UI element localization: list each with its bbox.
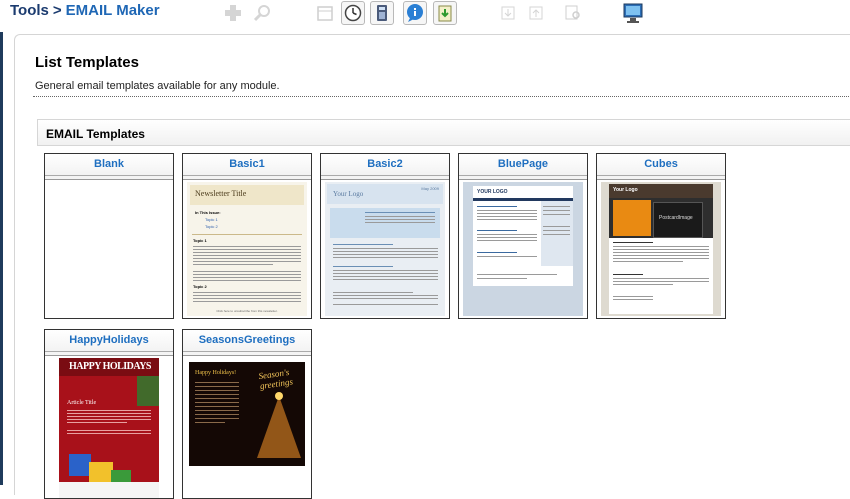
christmas-tree-icon bbox=[257, 396, 301, 458]
thumb-greeting: Happy Holidays! bbox=[195, 370, 237, 376]
section-header: EMAIL Templates bbox=[37, 119, 850, 146]
thumb-logo: Your Logo bbox=[333, 190, 364, 198]
template-thumbnail: Newsletter Title In This Issue: Topic 1 … bbox=[187, 182, 307, 316]
thumb-link-1: Topic 1 bbox=[205, 217, 218, 222]
thumb-topic-1: Topic 1 bbox=[193, 238, 207, 243]
template-name[interactable]: HappyHolidays bbox=[45, 330, 173, 352]
template-card-blank[interactable]: Blank bbox=[44, 153, 174, 319]
section-title: EMAIL Templates bbox=[46, 127, 145, 141]
thumb-date: May 2009 bbox=[421, 186, 439, 191]
template-thumbnail: Your Logo May 2009 bbox=[325, 182, 445, 316]
template-name[interactable]: Basic1 bbox=[183, 154, 311, 176]
thumb-logo: Your Logo bbox=[613, 187, 638, 193]
template-card-basic2[interactable]: Basic2 Your Logo May 2009 bbox=[320, 153, 450, 319]
breadcrumb-current[interactable]: EMAIL Maker bbox=[66, 2, 160, 19]
template-name[interactable]: SeasonsGreetings bbox=[183, 330, 311, 352]
clock-icon bbox=[344, 4, 362, 22]
page-title: List Templates bbox=[35, 54, 139, 71]
template-card-cubes[interactable]: Cubes Your Logo PostcardImage bbox=[596, 153, 726, 319]
calendar-icon bbox=[317, 6, 333, 21]
calendar-button[interactable] bbox=[313, 1, 337, 25]
template-thumbnail: Happy Holidays! Season's greetings bbox=[189, 362, 305, 466]
thumb-subtitle: In This Issue: bbox=[195, 210, 221, 215]
search-icon bbox=[253, 5, 270, 22]
thumb-logo: YOUR LOGO bbox=[477, 189, 508, 195]
divider bbox=[33, 96, 850, 97]
download-button[interactable] bbox=[496, 1, 520, 25]
template-name[interactable]: Basic2 bbox=[321, 154, 449, 176]
template-thumbnail: YOUR LOGO bbox=[463, 182, 583, 316]
download-icon bbox=[501, 6, 515, 20]
calculator-icon bbox=[377, 5, 387, 21]
left-edge bbox=[0, 0, 3, 485]
clock-button[interactable] bbox=[341, 1, 365, 25]
breadcrumb-separator: > bbox=[52, 2, 62, 19]
add-icon bbox=[225, 5, 241, 21]
top-toolbar: Tools > EMAIL Maker bbox=[0, 0, 850, 32]
find-icon bbox=[565, 5, 580, 20]
import-icon bbox=[438, 5, 452, 22]
thumb-image-label: PostcardImage bbox=[659, 215, 693, 221]
thumb-script: Season's greetings bbox=[257, 366, 294, 392]
thumb-footer: Click here to unsubscribe from this news… bbox=[216, 309, 278, 313]
chat-icon bbox=[407, 4, 423, 22]
breadcrumb: Tools > EMAIL Maker bbox=[10, 2, 160, 19]
upload-button[interactable] bbox=[524, 1, 548, 25]
template-card-basic1[interactable]: Basic1 Newsletter Title In This Issue: T… bbox=[182, 153, 312, 319]
breadcrumb-parent[interactable]: Tools bbox=[10, 2, 49, 19]
template-card-bluepage[interactable]: BluePage YOUR LOGO bbox=[458, 153, 588, 319]
monitor-icon bbox=[623, 3, 643, 23]
template-card-happyholidays[interactable]: HappyHolidays HAPPY HOLIDAYS Article Tit… bbox=[44, 329, 174, 499]
thumb-topic-2: Topic 2 bbox=[193, 284, 207, 289]
import-button[interactable] bbox=[433, 1, 457, 25]
template-thumbnail: HAPPY HOLIDAYS Article Title bbox=[59, 358, 159, 498]
page-description: General email templates available for an… bbox=[35, 80, 280, 92]
thumb-article: Article Title bbox=[67, 400, 97, 406]
search-button[interactable] bbox=[250, 1, 274, 25]
monitor-button[interactable] bbox=[621, 1, 645, 25]
template-name[interactable]: Cubes bbox=[597, 154, 725, 176]
add-button[interactable] bbox=[221, 1, 245, 25]
find-button[interactable] bbox=[561, 1, 585, 25]
template-name[interactable]: BluePage bbox=[459, 154, 587, 176]
thumb-link-2: Topic 2 bbox=[205, 224, 218, 229]
upload-icon bbox=[529, 6, 543, 20]
thumb-title: Newsletter Title bbox=[195, 189, 247, 198]
template-card-seasonsgreetings[interactable]: SeasonsGreetings Happy Holidays! Season'… bbox=[182, 329, 312, 499]
template-name[interactable]: Blank bbox=[45, 154, 173, 176]
chat-button[interactable] bbox=[403, 1, 427, 25]
template-thumbnail: Your Logo PostcardImage bbox=[601, 182, 721, 316]
thumb-banner: HAPPY HOLIDAYS bbox=[69, 361, 152, 372]
calculator-button[interactable] bbox=[370, 1, 394, 25]
